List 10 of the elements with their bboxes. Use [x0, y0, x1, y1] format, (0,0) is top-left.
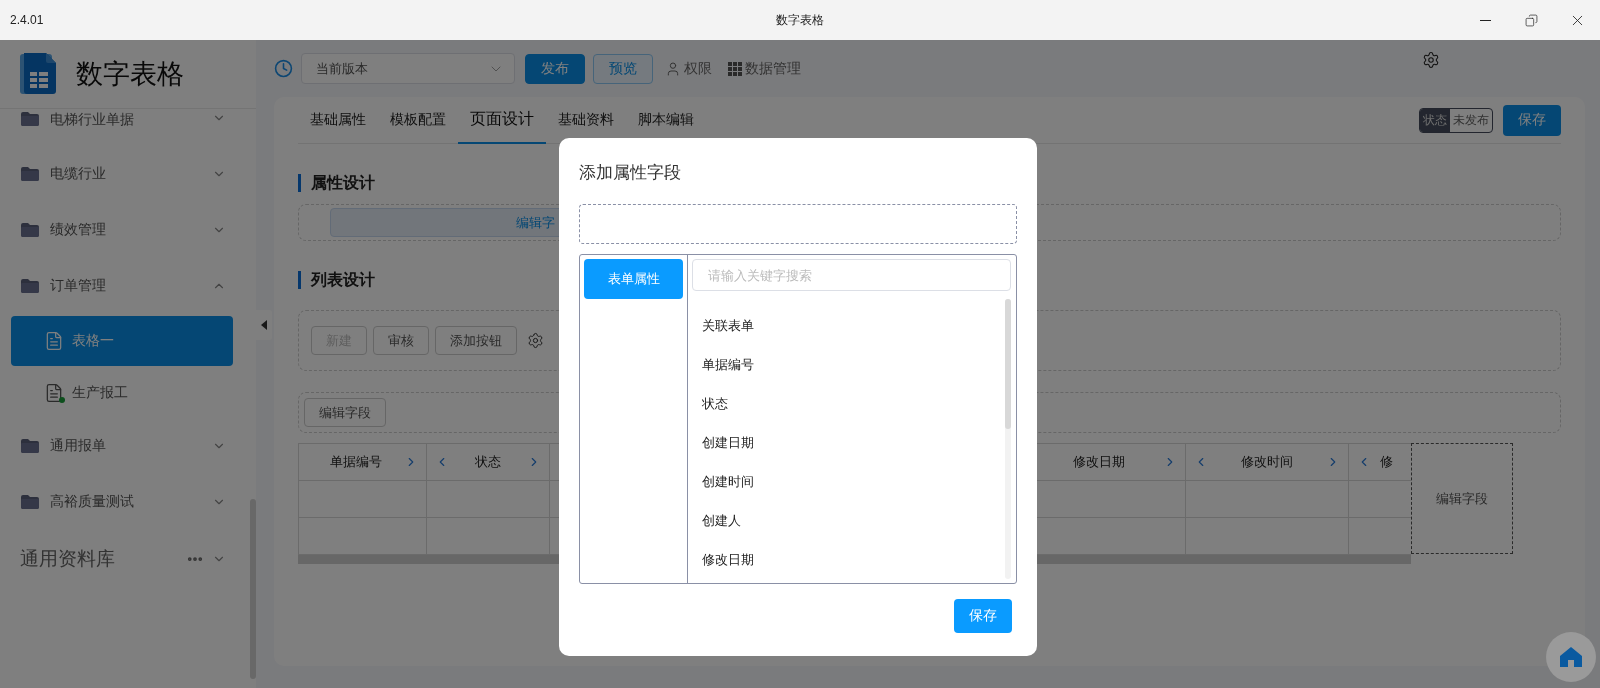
column-header: 单据编号 [298, 444, 426, 480]
app-version: 2.4.01 [10, 13, 44, 27]
app-name: 数字表格 [76, 58, 184, 91]
column-header: 状态 [426, 444, 549, 480]
status-value: 未发布 [1452, 111, 1490, 129]
window-title: 数字表格 [776, 11, 824, 29]
library-title: 通用资料库 [20, 547, 116, 571]
column-header: 修改时间 [1185, 444, 1348, 480]
status-label: 状态 [1420, 108, 1450, 132]
column-header: 修 [1348, 444, 1410, 480]
